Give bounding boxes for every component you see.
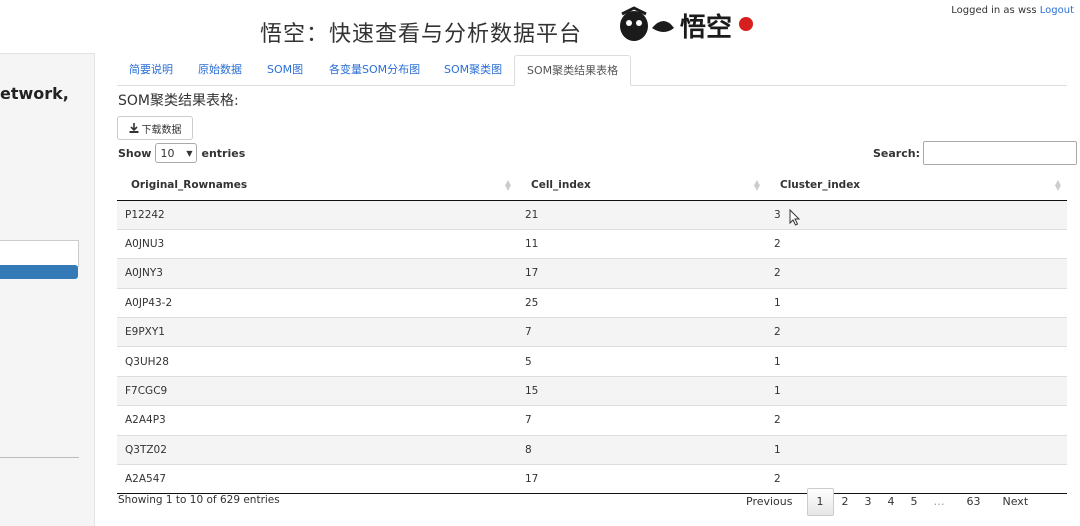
search-area: Search:	[873, 141, 1077, 165]
cell-cell-index: 15	[517, 375, 766, 406]
cell-cell-index: 17	[517, 464, 766, 494]
search-input[interactable]	[922, 141, 1077, 165]
tab-variable-som[interactable]: 各变量SOM分布图	[317, 55, 432, 84]
section-title: SOM聚类结果表格:	[118, 93, 239, 109]
sort-icon: ▲ ▼	[1054, 178, 1061, 192]
column-header-original-rownames[interactable]: Original_Rownames ▲ ▼	[117, 171, 517, 201]
cell-cluster-index: 2	[766, 228, 1067, 259]
entries-label: entries	[201, 146, 246, 160]
cell-cluster-index: 2	[766, 317, 1067, 347]
chevron-down-icon: ▼	[186, 148, 193, 158]
cell-cluster-index: 1	[766, 346, 1067, 377]
tab-raw-data[interactable]: 原始数据	[186, 55, 254, 84]
sidebar-panel	[0, 53, 95, 526]
page-button-63[interactable]: 63	[959, 489, 989, 515]
cell-original-rowname: A2A4P3	[117, 405, 517, 436]
cell-original-rowname: A0JNY3	[117, 258, 517, 289]
cell-cluster-index: 1	[766, 434, 1067, 465]
page-button-2[interactable]: 2	[834, 489, 857, 515]
download-button[interactable]: 下载数据	[117, 116, 193, 140]
tab-som-map[interactable]: SOM图	[255, 55, 315, 84]
page-ellipsis: …	[933, 495, 945, 508]
sidebar-input[interactable]	[0, 240, 79, 267]
cell-original-rowname: Q3UH28	[117, 346, 517, 377]
wukong-logo: 悟空	[620, 6, 753, 43]
table-row: A2A4P3 7 2	[117, 405, 1067, 436]
length-menu: Show 10 ▼ entries	[118, 143, 245, 163]
cell-original-rowname: F7CGC9	[117, 375, 517, 406]
entries-select-value: 10	[160, 146, 175, 160]
cell-original-rowname: A2A547	[117, 464, 517, 494]
page-button-3[interactable]: 3	[857, 489, 880, 515]
cell-cell-index: 25	[517, 287, 766, 318]
next-button[interactable]: Next	[995, 489, 1037, 515]
table-row: P12242 21 3	[117, 199, 1067, 230]
cell-cluster-index: 1	[766, 287, 1067, 318]
login-text: Logged in as wss	[951, 5, 1037, 16]
table-row: A0JP43-2 25 1	[117, 287, 1067, 318]
search-label: Search:	[873, 146, 920, 160]
page-button-4[interactable]: 4	[880, 489, 903, 515]
cell-original-rowname: A0JP43-2	[117, 287, 517, 318]
cell-cluster-index: 1	[766, 375, 1067, 406]
sidebar-partial-heading: etwork,	[0, 84, 69, 103]
cell-original-rowname: E9PXY1	[117, 317, 517, 347]
table-row: Q3UH28 5 1	[117, 346, 1067, 377]
logout-link[interactable]: Logout	[1040, 5, 1074, 16]
sort-icon: ▲ ▼	[504, 178, 511, 192]
login-status: Logged in as wss Logout	[951, 5, 1074, 16]
cell-cell-index: 17	[517, 258, 766, 289]
sidebar-slider[interactable]	[0, 265, 78, 279]
cell-cluster-index: 2	[766, 405, 1067, 436]
cell-cell-index: 7	[517, 405, 766, 436]
cell-cell-index: 11	[517, 228, 766, 259]
cell-cluster-index: 2	[766, 258, 1067, 289]
download-label: 下载数据	[141, 124, 182, 136]
tab-som-cluster-map[interactable]: SOM聚类图	[432, 55, 514, 84]
table-row: E9PXY1 7 2	[117, 317, 1067, 347]
download-icon	[129, 123, 138, 133]
pagination: Previous 1 2 3 4 5 … 63 Next	[738, 488, 1036, 516]
cell-cluster-index: 3	[766, 199, 1067, 230]
column-header-cluster-index[interactable]: Cluster_index ▲ ▼	[766, 171, 1067, 201]
sidebar-divider	[0, 457, 79, 458]
app-title: 悟空：快速查看与分析数据平台	[260, 22, 583, 47]
tab-intro[interactable]: 简要说明	[117, 55, 185, 84]
cell-original-rowname: Q3TZ02	[117, 434, 517, 465]
table-row: F7CGC9 15 1	[117, 375, 1067, 406]
table-row: Q3TZ02 8 1	[117, 434, 1067, 465]
page-button-1[interactable]: 1	[806, 488, 834, 516]
results-table: Original_Rownames ▲ ▼ Cell_index ▲ ▼ Clust…	[117, 171, 1067, 494]
column-header-cell-index[interactable]: Cell_index ▲ ▼	[517, 171, 766, 201]
sort-icon: ▲ ▼	[753, 178, 760, 192]
svg-text:悟空: 悟空	[680, 12, 732, 43]
table-row: A0JNU3 11 2	[117, 228, 1067, 259]
tab-bar: 简要说明 原始数据 SOM图 各变量SOM分布图 SOM聚类图 SOM聚类结果表…	[117, 55, 1067, 86]
cell-cell-index: 7	[517, 317, 766, 347]
cell-cell-index: 21	[517, 199, 766, 230]
cell-cell-index: 5	[517, 346, 766, 377]
cell-cell-index: 8	[517, 434, 766, 465]
tab-som-cluster-table[interactable]: SOM聚类结果表格	[514, 55, 632, 86]
table-row: A0JNY3 17 2	[117, 258, 1067, 289]
mouse-cursor-icon	[789, 209, 801, 226]
cell-original-rowname: A0JNU3	[117, 228, 517, 259]
page-button-5[interactable]: 5	[903, 489, 926, 515]
table-info: Showing 1 to 10 of 629 entries	[118, 494, 280, 506]
show-label: Show	[118, 146, 152, 160]
previous-button[interactable]: Previous	[738, 489, 801, 515]
cell-original-rowname: P12242	[117, 199, 517, 230]
entries-select[interactable]: 10 ▼	[155, 143, 198, 163]
